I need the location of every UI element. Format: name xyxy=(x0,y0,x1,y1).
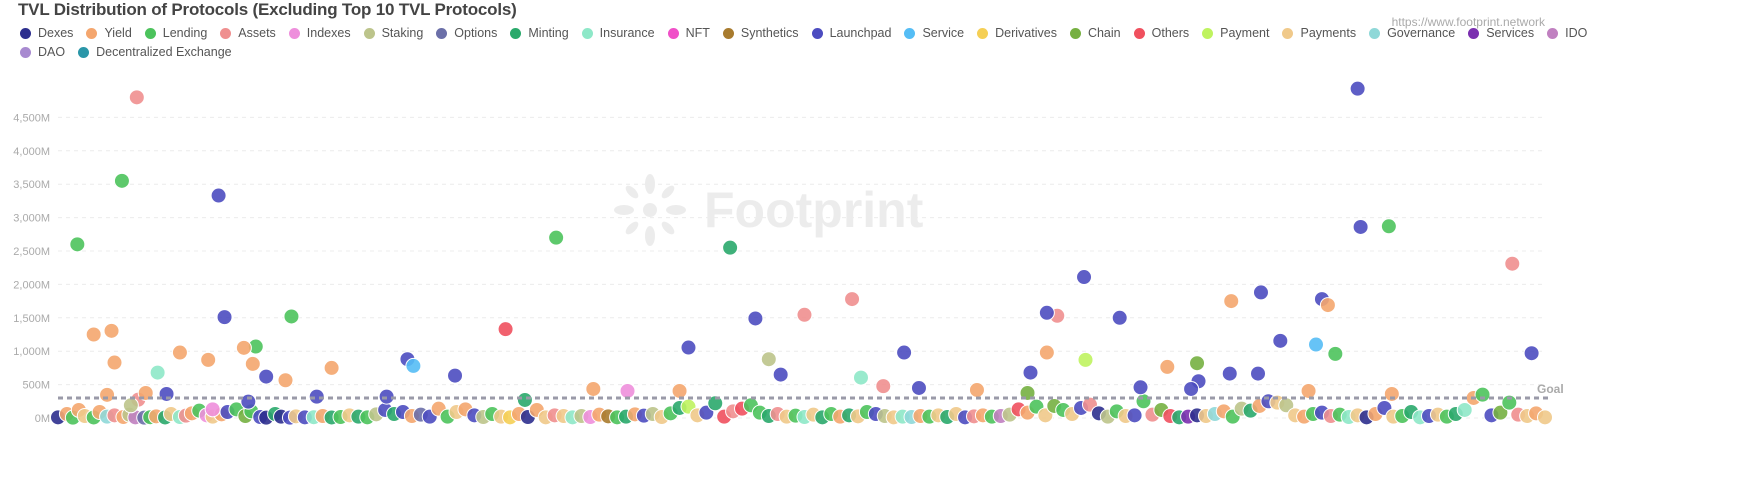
data-point-lending xyxy=(113,172,130,189)
y-tick-label: 4,000M xyxy=(13,146,50,158)
data-point-launchpad xyxy=(1252,284,1269,301)
scatter-plot: 0M 500M 1,000M 1,500M 2,000M 2,500M 3,000M 3,50… xyxy=(13,80,1564,426)
data-point-launchpad xyxy=(772,366,789,383)
data-point-yield xyxy=(244,355,261,372)
data-point-launchpad xyxy=(1076,269,1093,286)
data-point-staking xyxy=(122,397,139,414)
data-point-launchpad xyxy=(1111,309,1128,326)
data-point-launchpad xyxy=(1022,364,1039,381)
data-point-assets xyxy=(128,89,145,106)
data-point-minting xyxy=(516,391,533,408)
data-point-launchpad xyxy=(747,310,764,327)
data-point-yield xyxy=(103,322,120,339)
y-tick-label: 2,000M xyxy=(13,279,50,291)
data-point-yield xyxy=(671,382,688,399)
data-point-yield xyxy=(200,351,217,368)
data-point-insurance xyxy=(149,364,166,381)
data-point-launchpad xyxy=(680,339,697,356)
data-point-yield xyxy=(1038,344,1055,361)
data-point-yield xyxy=(1159,358,1176,375)
y-tick-label: 1,500M xyxy=(13,313,50,325)
data-point-launchpad xyxy=(1221,365,1238,382)
data-point-launchpad xyxy=(1349,80,1366,97)
data-point-launchpad xyxy=(258,368,275,385)
data-point-yield xyxy=(85,326,102,343)
data-point-payment xyxy=(1077,351,1094,368)
data-point-staking xyxy=(760,351,777,368)
data-point-yield xyxy=(277,372,294,389)
data-point-yield xyxy=(968,381,985,398)
data-point-lending xyxy=(548,229,565,246)
chart-root: TVL Distribution of Protocols (Excluding… xyxy=(0,0,1737,503)
data-point-others xyxy=(497,321,514,338)
data-point-minting xyxy=(722,239,739,256)
data-point-insurance xyxy=(852,369,869,386)
data-point-launchpad xyxy=(447,367,464,384)
data-point-launchpad xyxy=(1038,304,1055,321)
data-point-assets xyxy=(875,378,892,395)
data-point-launchpad xyxy=(210,187,227,204)
y-tick-label: 500M xyxy=(22,380,50,392)
y-tick-label: 1,000M xyxy=(13,346,50,358)
data-point-lending xyxy=(1380,218,1397,235)
data-point-yield xyxy=(585,380,602,397)
data-point-launchpad xyxy=(1132,379,1149,396)
data-point-yield xyxy=(1319,297,1336,314)
data-point-yield xyxy=(235,339,252,356)
data-point-lending xyxy=(283,308,300,325)
data-point-lending xyxy=(69,236,86,253)
y-tick-label: 0M xyxy=(35,413,50,425)
data-point-launchpad xyxy=(216,309,233,326)
y-tick-label: 2,500M xyxy=(13,246,50,258)
y-tick-label: 3,500M xyxy=(13,179,50,191)
data-point-service xyxy=(1308,336,1325,353)
data-point-assets xyxy=(1504,255,1521,272)
data-point-assets xyxy=(796,306,813,323)
goal-label: Goal xyxy=(1537,382,1564,396)
data-point-yield xyxy=(1223,293,1240,310)
data-point-launchpad xyxy=(1272,332,1289,349)
data-point-service xyxy=(405,357,422,374)
data-point-yield xyxy=(1300,382,1317,399)
data-point-launchpad xyxy=(910,379,927,396)
data-point-indexes xyxy=(204,401,221,418)
data-point-launchpad xyxy=(240,393,257,410)
data-point-lending xyxy=(1327,345,1344,362)
y-tick-label: 4,500M xyxy=(13,112,50,124)
data-point-launchpad xyxy=(1523,345,1540,362)
data-point-launchpad xyxy=(1352,218,1369,235)
y-tick-label: 3,000M xyxy=(13,213,50,225)
data-point-launchpad xyxy=(1126,407,1143,424)
data-point-chain xyxy=(1189,355,1206,372)
data-point-payments xyxy=(1537,409,1553,426)
data-point-yield xyxy=(171,344,188,361)
data-point-assets xyxy=(844,291,861,308)
data-point-lending xyxy=(1474,386,1491,403)
data-point-launchpad xyxy=(1250,365,1267,382)
data-point-launchpad xyxy=(896,344,913,361)
data-point-indexes xyxy=(619,382,636,399)
data-point-yield xyxy=(99,386,116,403)
data-point-yield xyxy=(106,354,123,371)
data-point-launchpad xyxy=(1183,380,1200,397)
data-point-yield xyxy=(323,359,340,376)
data-point-lending xyxy=(1135,393,1152,410)
